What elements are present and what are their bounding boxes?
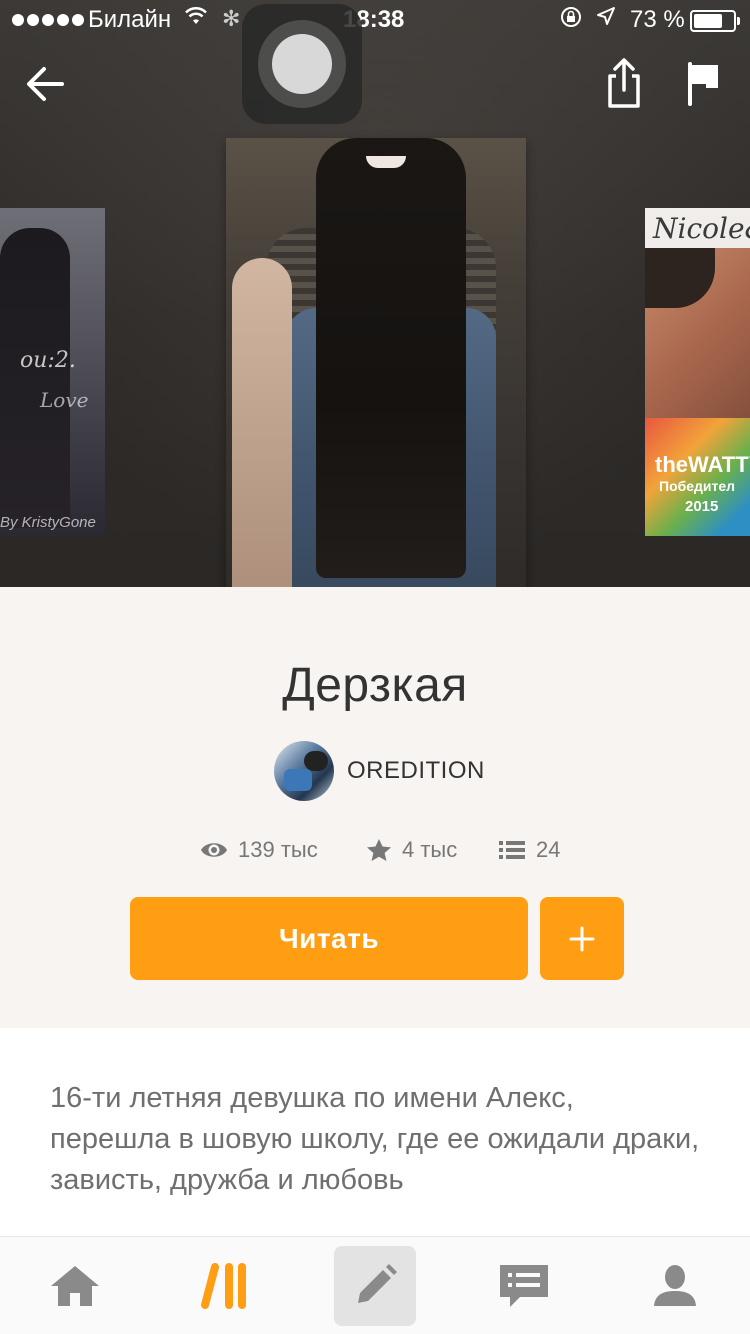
report-button[interactable] xyxy=(686,60,722,106)
cover-arm xyxy=(232,258,292,587)
cover-subtitle-fragment: Love xyxy=(40,388,89,412)
carrier-name: Билайн xyxy=(88,6,172,33)
watty-badge-title: theWATTY xyxy=(655,452,750,477)
views-stat: 139 тыс xyxy=(200,832,318,868)
home-icon xyxy=(51,1266,99,1306)
flag-icon xyxy=(688,62,718,106)
eye-icon xyxy=(201,843,227,857)
assistive-touch-button[interactable] xyxy=(242,4,362,124)
tab-library[interactable] xyxy=(182,1237,272,1334)
add-to-library-button[interactable] xyxy=(540,897,624,980)
cover-next-story[interactable]: Nicole& theWATTY Победител 2015 xyxy=(645,208,750,536)
parts-stat: 24 xyxy=(498,832,560,868)
rotation-lock-icon xyxy=(560,6,582,34)
cover-mouth xyxy=(366,156,406,168)
author-avatar[interactable] xyxy=(274,741,334,801)
description-card: 16-ти летняя девушка по имени Алекс, пер… xyxy=(0,1028,750,1236)
cover-hair xyxy=(316,138,466,578)
tab-bar xyxy=(0,1236,750,1334)
star-icon xyxy=(367,839,391,861)
cover-current-story[interactable] xyxy=(226,138,526,587)
signal-strength-icon xyxy=(12,14,84,26)
watty-badge-year: 2015 xyxy=(685,498,719,515)
cover-title-fragment: ou:2. xyxy=(20,348,76,373)
story-title: Дерзкая xyxy=(282,659,468,712)
tab-profile[interactable] xyxy=(630,1237,720,1334)
wattpad-library-icon xyxy=(201,1263,246,1309)
battery-percentage: 73 % xyxy=(630,6,685,33)
story-description: 16-ти летняя девушка по имени Алекс, пер… xyxy=(50,1082,700,1196)
author-name[interactable]: OREDITION xyxy=(347,757,485,785)
back-button[interactable] xyxy=(22,60,70,108)
activity-spinner-icon: ✻ xyxy=(222,6,241,31)
tab-home[interactable] xyxy=(30,1237,120,1334)
plus-icon xyxy=(569,926,595,951)
assistive-touch-core xyxy=(272,34,332,94)
story-stats: 139 тыс 4 тыс 24 xyxy=(0,832,750,868)
votes-count: 4 тыс xyxy=(402,837,458,862)
share-icon xyxy=(608,58,640,108)
tab-write[interactable] xyxy=(334,1246,416,1326)
location-arrow-icon xyxy=(596,6,616,32)
cover-title-fragment: Nicole& xyxy=(653,212,750,245)
list-icon xyxy=(499,841,525,859)
wifi-icon xyxy=(184,6,208,32)
cover-figure xyxy=(0,228,70,528)
person-icon xyxy=(654,1265,696,1306)
parts-count: 24 xyxy=(536,837,561,862)
cover-previous-story[interactable]: ou:2. Love By KristyGone xyxy=(0,208,105,536)
votes-stat: 4 тыс xyxy=(366,832,457,868)
arrow-left-icon xyxy=(27,67,64,101)
status-bar: Билайн ✻ 18:38 73 % xyxy=(0,0,750,40)
watty-badge-winner: Победител xyxy=(659,478,736,494)
chat-icon xyxy=(500,1265,548,1307)
views-count: 139 тыс xyxy=(238,837,318,862)
tab-messages[interactable] xyxy=(479,1237,569,1334)
pencil-icon xyxy=(358,1264,397,1303)
share-button[interactable] xyxy=(604,56,644,110)
read-button[interactable]: Читать xyxy=(130,897,528,980)
battery-icon xyxy=(690,10,740,32)
author-link[interactable]: OREDITION xyxy=(274,741,485,801)
cover-author-fragment: By KristyGone xyxy=(0,514,96,531)
